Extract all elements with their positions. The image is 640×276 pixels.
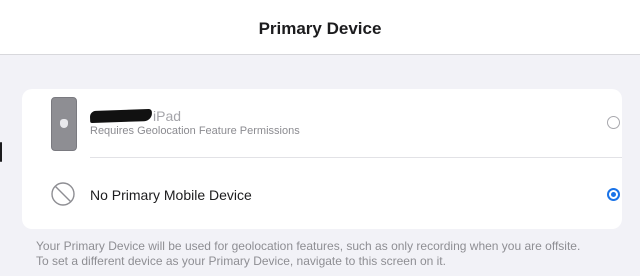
footer-line-1: Your Primary Device will be used for geo… xyxy=(36,239,581,253)
prohibited-icon xyxy=(51,182,75,206)
device-list: iPad Requires Geolocation Feature Permis… xyxy=(22,89,622,229)
navigation-header: Primary Device xyxy=(0,0,640,55)
phone-icon xyxy=(51,97,77,151)
page-title: Primary Device xyxy=(258,19,382,38)
device-option-none[interactable]: No Primary Mobile Device xyxy=(22,158,622,229)
device-option-ipad[interactable]: iPad Requires Geolocation Feature Permis… xyxy=(22,89,622,157)
radio-selected[interactable] xyxy=(607,188,620,201)
edge-artifact xyxy=(0,142,2,162)
device-name-suffix: iPad xyxy=(153,108,182,124)
footer-note: Your Primary Device will be used for geo… xyxy=(36,239,626,269)
device-subtitle: Requires Geolocation Feature Permissions xyxy=(90,125,300,137)
radio-unselected[interactable] xyxy=(607,116,620,129)
radio-dot xyxy=(611,192,616,197)
no-device-label: No Primary Mobile Device xyxy=(90,187,252,203)
device-name: iPad xyxy=(89,108,182,124)
redacted-name xyxy=(89,108,153,124)
footer-line-2: To set a different device as your Primar… xyxy=(36,254,446,268)
apple-logo-icon xyxy=(60,119,68,128)
